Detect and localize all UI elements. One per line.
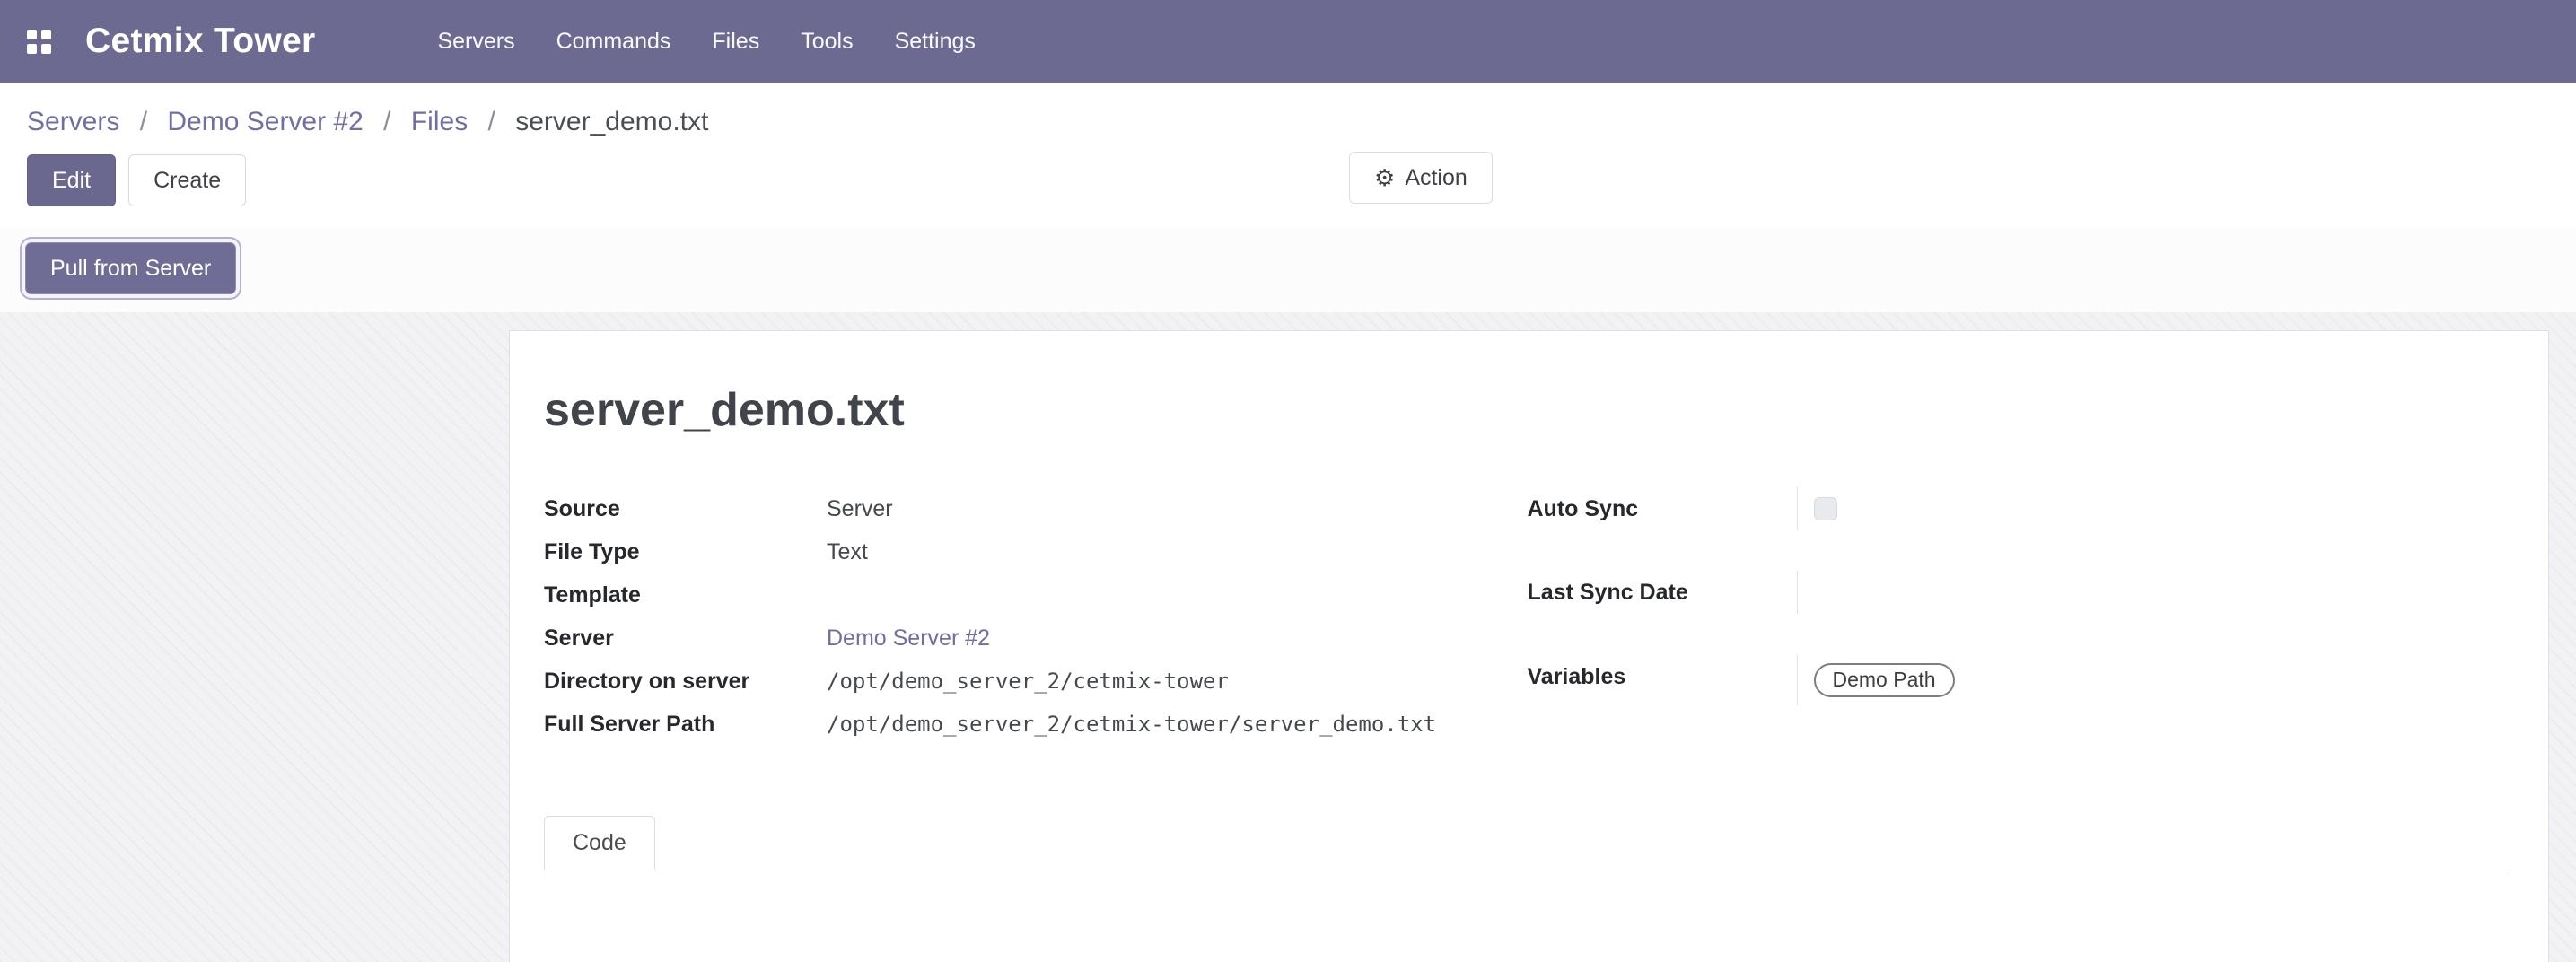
menu-item-settings[interactable]: Settings	[879, 18, 992, 66]
field-value-template	[827, 573, 1528, 617]
action-button-label: Action	[1405, 164, 1467, 191]
menu-item-files[interactable]: Files	[696, 18, 775, 66]
create-button[interactable]: Create	[128, 154, 246, 206]
gear-icon: ⚙	[1374, 166, 1395, 189]
field-label-auto-sync: Auto Sync	[1528, 487, 1797, 530]
field-label-variables: Variables	[1528, 655, 1797, 698]
breadcrumb-current: server_demo.txt	[515, 107, 708, 136]
variable-tag-demo-path: Demo Path	[1814, 663, 1955, 697]
breadcrumb-link-servers[interactable]: Servers	[27, 107, 119, 136]
field-label-server: Server	[544, 617, 827, 660]
content-area: server_demo.txt Source Server File Type …	[0, 312, 2576, 962]
field-label-full-path: Full Server Path	[544, 703, 827, 746]
app-brand-title[interactable]: Cetmix Tower	[85, 22, 315, 61]
field-label-template: Template	[544, 573, 827, 617]
tab-code[interactable]: Code	[544, 816, 655, 870]
apps-grid-icon[interactable]	[27, 30, 51, 54]
breadcrumb-separator: /	[140, 107, 147, 136]
apps-grid-square	[41, 44, 51, 54]
breadcrumb-separator: /	[488, 107, 495, 136]
breadcrumb-separator: /	[383, 107, 390, 136]
notebook-tabs: Code	[544, 816, 2510, 870]
form-sheet: server_demo.txt Source Server File Type …	[509, 330, 2549, 962]
field-value-source: Server	[827, 487, 1528, 530]
auto-sync-checkbox[interactable]	[1814, 497, 1837, 520]
main-menu: Servers Commands Files Tools Settings	[421, 18, 991, 66]
field-value-file-type: Text	[827, 530, 1528, 573]
field-value-full-path: /opt/demo_server_2/cetmix-tower/server_d…	[827, 703, 1528, 746]
field-value-last-sync-date	[1797, 571, 2511, 614]
apps-grid-square	[27, 30, 37, 39]
field-value-variables: Demo Path	[1797, 655, 2511, 705]
field-label-source: Source	[544, 487, 827, 530]
menu-item-commands[interactable]: Commands	[540, 18, 688, 66]
field-value-server-link[interactable]: Demo Server #2	[827, 617, 1528, 660]
edit-button[interactable]: Edit	[27, 154, 116, 206]
apps-grid-square	[27, 44, 37, 54]
tab-code-pane	[544, 870, 2510, 962]
menu-item-servers[interactable]: Servers	[421, 18, 530, 66]
field-groups: Source Server File Type Text Template Se…	[544, 487, 2510, 746]
pull-from-server-button[interactable]: Pull from Server	[25, 242, 236, 294]
breadcrumb-link-demo-server[interactable]: Demo Server #2	[167, 107, 363, 136]
record-title: server_demo.txt	[544, 383, 2510, 437]
control-panel-buttons: Edit Create ⚙ Action	[0, 138, 2576, 228]
field-label-file-type: File Type	[544, 530, 827, 573]
apps-grid-square	[41, 30, 51, 39]
field-value-auto-sync	[1797, 487, 2511, 530]
field-group-left: Source Server File Type Text Template Se…	[544, 487, 1528, 746]
top-navbar: Cetmix Tower Servers Commands Files Tool…	[0, 0, 2576, 83]
breadcrumb: Servers / Demo Server #2 / Files / serve…	[0, 83, 2576, 138]
field-label-directory: Directory on server	[544, 660, 827, 703]
field-label-last-sync-date: Last Sync Date	[1528, 571, 1797, 614]
breadcrumb-link-files[interactable]: Files	[411, 107, 468, 136]
field-value-directory: /opt/demo_server_2/cetmix-tower	[827, 660, 1528, 703]
statusbar-strip: Pull from Server	[0, 228, 2576, 312]
action-dropdown-button[interactable]: ⚙ Action	[1349, 152, 1493, 204]
field-group-right: Auto Sync Last Sync Date Variables Demo …	[1528, 487, 2511, 746]
menu-item-tools[interactable]: Tools	[784, 18, 869, 66]
